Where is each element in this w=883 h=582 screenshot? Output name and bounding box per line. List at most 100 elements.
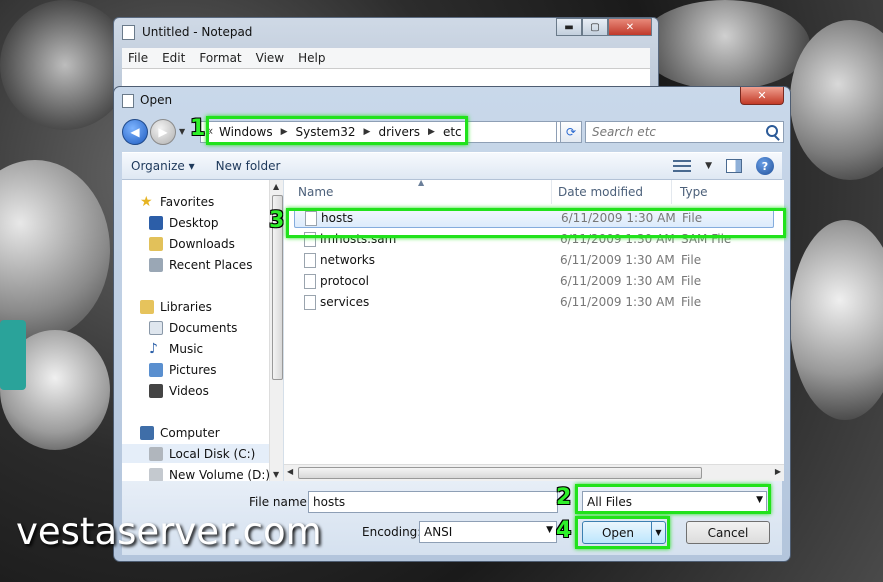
file-type: File — [681, 274, 702, 288]
search-placeholder: Search etc — [592, 125, 656, 139]
column-type-label: Type — [680, 185, 708, 199]
nav-desktop[interactable]: Desktop — [149, 213, 219, 232]
music-icon: ♪ — [149, 340, 158, 357]
notepad-title: Untitled - Notepad — [142, 25, 253, 39]
file-list-scrollbar[interactable]: ◀ ▶ — [284, 464, 784, 481]
scroll-down-icon[interactable]: ▼ — [273, 470, 279, 479]
nav-desktop-label: Desktop — [169, 215, 219, 230]
annotation-number: 3 — [269, 208, 285, 233]
nav-favorites-label: Favorites — [160, 194, 215, 209]
menu-view[interactable]: View — [256, 51, 284, 65]
background-blob — [0, 160, 110, 340]
nav-new-volume[interactable]: New Volume (D:) — [149, 465, 270, 481]
nav-videos-label: Videos — [169, 383, 209, 398]
preview-pane-icon[interactable] — [726, 159, 742, 173]
nav-local-disk[interactable]: Local Disk (C:) — [122, 444, 269, 463]
forward-button[interactable]: ▶ — [150, 119, 176, 145]
annotation-box-open — [575, 516, 670, 549]
nav-computer[interactable]: Computer — [140, 423, 220, 442]
nav-videos[interactable]: Videos — [149, 381, 209, 400]
nav-recent-places[interactable]: Recent Places — [149, 255, 252, 274]
nav-computer-label: Computer — [160, 425, 220, 440]
column-date-modified[interactable]: Date modified — [552, 180, 672, 204]
dialog-close-button[interactable]: ✕ — [740, 87, 784, 105]
new-folder-button[interactable]: New folder — [216, 159, 281, 173]
navigation-pane: ★ Favorites Desktop Downloads Recent Pla… — [122, 180, 284, 481]
cancel-button[interactable]: Cancel — [686, 521, 770, 544]
file-date: 6/11/2009 1:30 AM — [560, 274, 675, 288]
menu-edit[interactable]: Edit — [162, 51, 185, 65]
view-dropdown-icon[interactable]: ▼ — [705, 161, 712, 171]
annotation-box-address — [206, 116, 468, 145]
file-date: 6/11/2009 1:30 AM — [560, 253, 675, 267]
filename-label: File name: — [249, 495, 311, 509]
column-type[interactable]: Type — [672, 180, 784, 204]
encoding-select[interactable]: ANSI ▼ — [419, 521, 557, 543]
command-toolbar: Organize ▾ New folder ▼ ? — [122, 152, 782, 180]
file-name: services — [320, 295, 370, 309]
scroll-right-icon[interactable]: ▶ — [775, 467, 781, 476]
file-list-scroll-thumb[interactable] — [298, 467, 702, 479]
drive-icon — [149, 467, 163, 481]
file-icon — [304, 273, 316, 289]
change-view-icon[interactable] — [673, 160, 692, 172]
nav-new-volume-label: New Volume (D:) — [169, 467, 271, 482]
search-icon[interactable] — [766, 125, 778, 137]
dialog-title: Open — [140, 93, 173, 107]
notepad-icon — [122, 25, 135, 40]
organize-button[interactable]: Organize ▾ — [131, 159, 195, 173]
background-accent — [0, 320, 26, 390]
nav-favorites[interactable]: ★ Favorites — [140, 192, 214, 211]
background-blob — [0, 0, 130, 130]
star-icon: ★ — [140, 193, 153, 210]
filename-input[interactable]: hosts — [308, 491, 558, 513]
file-name: networks — [320, 253, 375, 267]
nav-recent-label: Recent Places — [169, 257, 253, 272]
column-date-label: Date modified — [558, 185, 644, 199]
file-icon — [304, 252, 316, 268]
search-input[interactable]: Search etc — [585, 121, 784, 143]
scroll-up-icon[interactable]: ▲ — [273, 182, 279, 191]
notepad-window-controls: ▬ ▢ ✕ — [556, 18, 652, 36]
file-row-services[interactable]: services 6/11/2009 1:30 AM File — [294, 292, 774, 312]
nav-pictures-label: Pictures — [169, 362, 217, 377]
dialog-icon — [122, 94, 134, 108]
libraries-icon — [140, 299, 154, 314]
maximize-button[interactable]: ▢ — [582, 18, 608, 36]
sort-ascending-icon: ▲ — [418, 178, 425, 187]
recent-pages-dropdown[interactable]: ▼ — [179, 127, 185, 136]
nav-downloads-label: Downloads — [169, 236, 235, 251]
file-row-networks[interactable]: networks 6/11/2009 1:30 AM File — [294, 250, 774, 270]
help-icon[interactable]: ? — [756, 157, 774, 175]
menu-format[interactable]: Format — [199, 51, 241, 65]
drive-icon — [149, 446, 163, 461]
annotation-box-hosts — [286, 208, 786, 238]
minimize-button[interactable]: ▬ — [556, 18, 582, 36]
file-row-protocol[interactable]: protocol 6/11/2009 1:30 AM File — [294, 271, 774, 291]
notepad-menu-bar: File Edit Format View Help — [122, 48, 650, 68]
documents-icon — [149, 320, 163, 335]
nav-downloads[interactable]: Downloads — [149, 234, 235, 253]
menu-help[interactable]: Help — [298, 51, 325, 65]
column-name-label: Name — [298, 185, 334, 199]
encoding-value: ANSI — [424, 525, 453, 539]
nav-libraries[interactable]: Libraries — [140, 297, 212, 316]
menu-file[interactable]: File — [128, 51, 148, 65]
chevron-down-icon: ▼ — [546, 525, 553, 535]
close-button[interactable]: ✕ — [608, 18, 652, 36]
scroll-left-icon[interactable]: ◀ — [287, 467, 293, 476]
background-blob — [790, 220, 883, 420]
file-date: 6/11/2009 1:30 AM — [560, 295, 675, 309]
computer-icon — [140, 425, 154, 440]
nav-music-label: Music — [169, 341, 204, 356]
nav-pictures[interactable]: Pictures — [149, 360, 217, 379]
nav-libraries-label: Libraries — [160, 299, 212, 314]
file-type: File — [681, 253, 702, 267]
refresh-icon[interactable]: ⟳ — [560, 121, 582, 143]
nav-documents[interactable]: Documents — [149, 318, 237, 337]
back-button[interactable]: ◀ — [122, 119, 148, 145]
nav-music[interactable]: ♪ Music — [149, 339, 203, 358]
recent-places-icon — [149, 257, 163, 272]
videos-icon — [149, 383, 163, 398]
toolbar-right-group: ▼ ? — [673, 157, 774, 175]
